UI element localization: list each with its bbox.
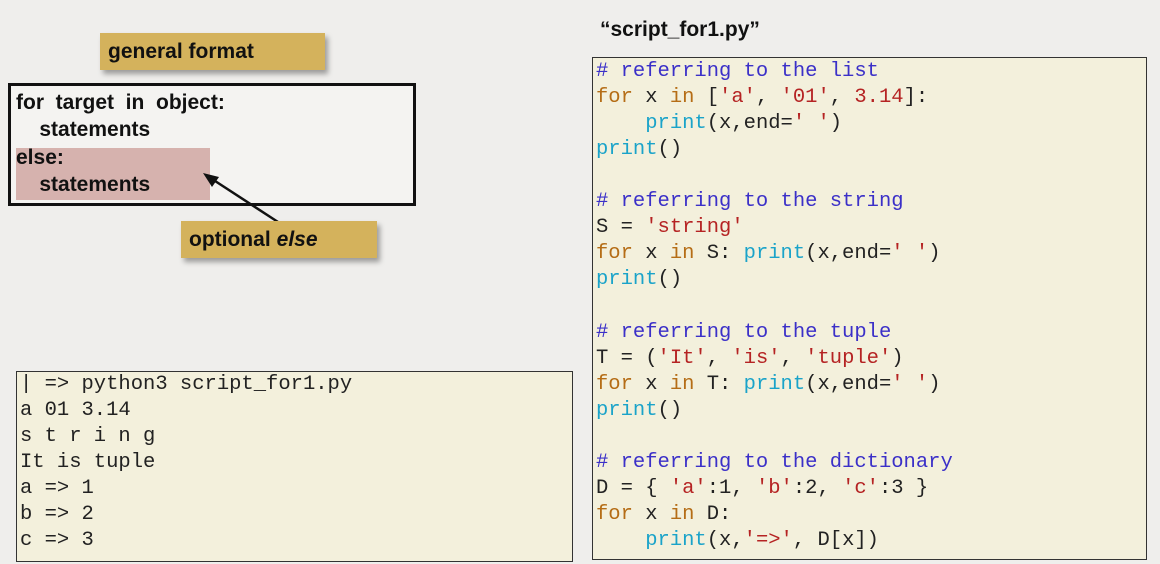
terminal-output-panel: | => python3 script_for1.py a 01 3.14 s …	[16, 371, 573, 562]
code-line-assign-dict: D = { 'a':1, 'b':2, 'c':3 }	[596, 477, 929, 500]
terminal-output-line: c => 3	[20, 529, 94, 552]
code-line-for-string: for x in S: print(x,end=' ')	[596, 242, 941, 265]
code-line-print-item: print(x,end=' ')	[645, 112, 843, 135]
code-line-print-dict: print(x,'=>', D[x])	[645, 529, 879, 552]
code-line-for-tuple: for x in T: print(x,end=' ')	[596, 373, 941, 396]
optional-text: optional	[189, 227, 271, 251]
optional-else-text: else	[276, 227, 318, 251]
terminal-output-line: b => 2	[20, 503, 94, 526]
code-line-assign-tuple: T = ('It', 'is', 'tuple')	[596, 347, 904, 370]
code-line-assign-string: S = 'string'	[596, 216, 744, 239]
code-line-print-newline: print()	[596, 138, 683, 161]
code-line-for-list: for x in ['a', '01', 3.14]:	[596, 86, 929, 109]
code-line-for-dict: for x in D:	[596, 503, 732, 526]
code-comment-string: # referring to the string	[596, 190, 904, 213]
code-comment-list: # referring to the list	[596, 60, 879, 83]
terminal-command-line: | => python3 script_for1.py	[20, 373, 353, 396]
terminal-output-line: a => 1	[20, 477, 94, 500]
code-comment-dictionary: # referring to the dictionary	[596, 451, 953, 474]
code-comment-tuple: # referring to the tuple	[596, 321, 892, 344]
code-line-print-newline: print()	[596, 268, 683, 291]
code-line-print-newline: print()	[596, 399, 683, 422]
code-panel: # referring to the list for x in ['a', '…	[592, 57, 1147, 560]
terminal-output-line: a 01 3.14	[20, 399, 131, 422]
terminal-output-line: It is tuple	[20, 451, 156, 474]
script-filename-title: “script_for1.py”	[600, 18, 760, 41]
terminal-output-line: s t r i n g	[20, 425, 156, 448]
optional-else-label: optional else	[181, 221, 377, 258]
